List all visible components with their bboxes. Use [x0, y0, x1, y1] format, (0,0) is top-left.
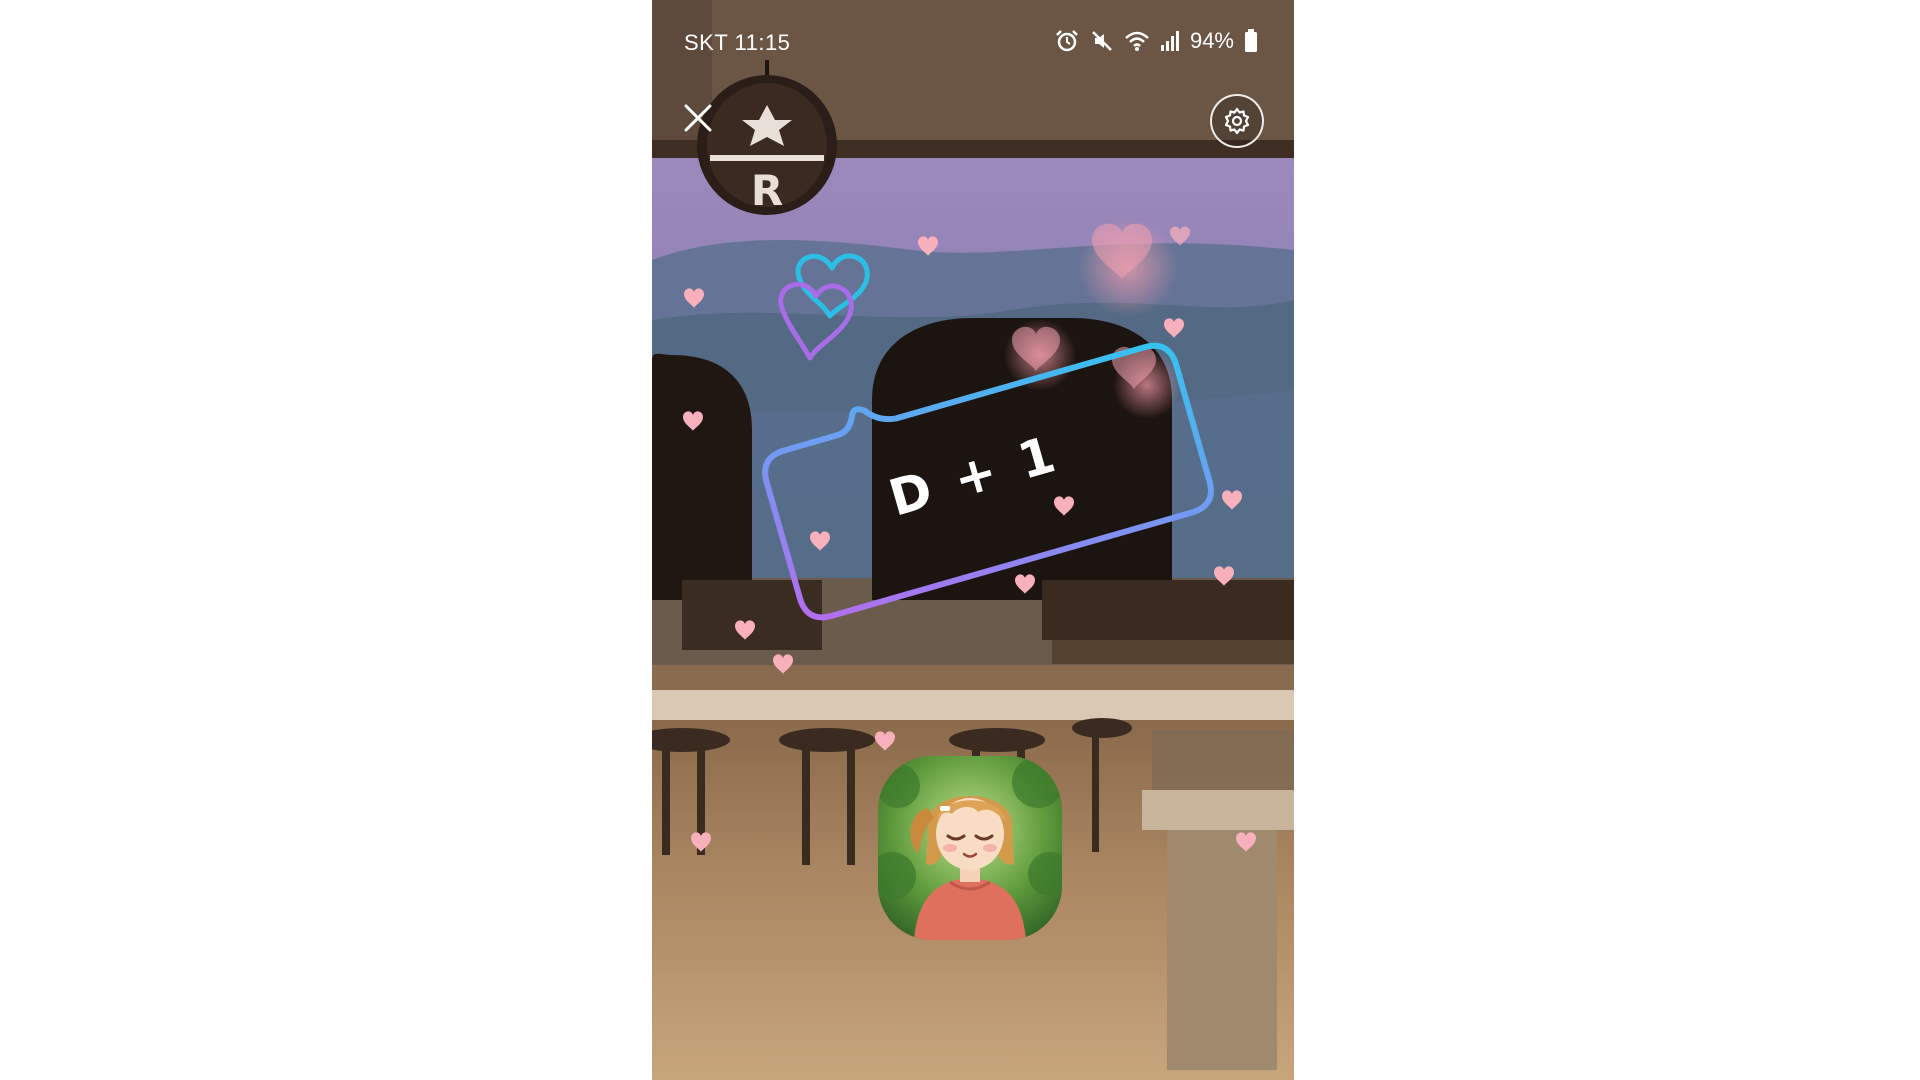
battery-percentage: 94%: [1189, 28, 1234, 53]
battery-icon: [1244, 29, 1258, 53]
wifi-icon: [1124, 29, 1150, 53]
character-avatar: [878, 756, 1062, 940]
close-button[interactable]: [678, 98, 718, 138]
carrier-time: SKT 11:15: [684, 30, 791, 55]
gear-icon: [1224, 107, 1250, 135]
signal-icon: [1160, 30, 1180, 52]
character-avatar-button[interactable]: [878, 756, 1062, 940]
status-bar: SKT 11:15 94%: [652, 0, 1294, 88]
settings-button[interactable]: [1210, 94, 1264, 148]
close-icon: [684, 104, 712, 132]
phone-screen: R D + 1 SKT 11:15 94%: [652, 0, 1294, 1080]
alarm-icon: [1054, 28, 1080, 54]
status-icons: 94%: [1054, 28, 1258, 54]
mute-icon: [1090, 29, 1114, 53]
